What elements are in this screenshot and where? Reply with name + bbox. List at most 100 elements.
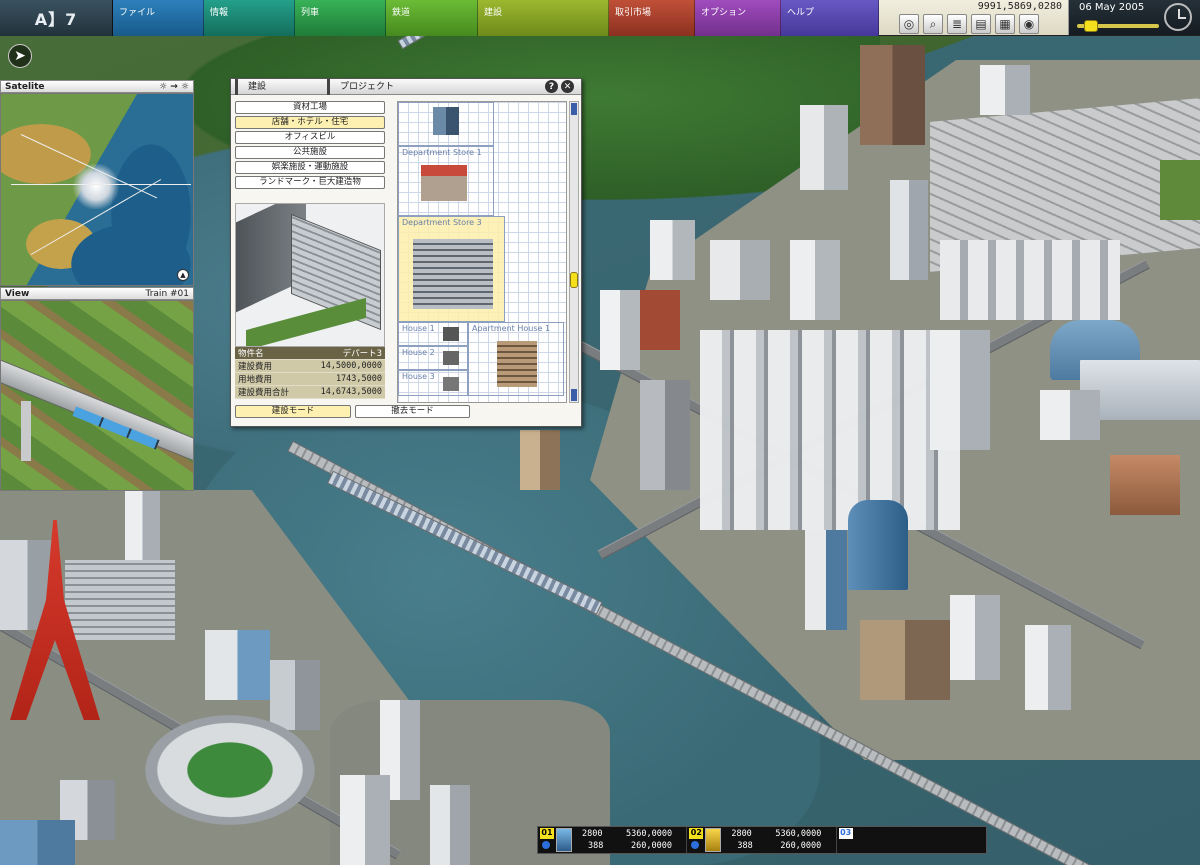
category-office-buildings[interactable]: オフィスビル	[235, 131, 385, 144]
train-cost: 260,0000	[780, 841, 822, 851]
building	[0, 820, 75, 865]
building	[430, 785, 470, 865]
train-camera-view[interactable]	[0, 300, 194, 491]
menu-railway[interactable]: 鉄道	[386, 0, 478, 36]
train-status-bar: 01 2800 388 5360,0000 260,0000 02 2800 3…	[537, 826, 987, 854]
planet-icon[interactable]: ◎	[899, 14, 919, 34]
train-number: 03	[838, 828, 853, 839]
house-icon	[443, 327, 459, 341]
layers-icon[interactable]: ≣	[947, 14, 967, 34]
zoom-icon[interactable]: ⌕	[923, 14, 943, 34]
building	[520, 430, 560, 490]
close-button[interactable]: ✕	[561, 80, 574, 93]
train-slot-02[interactable]: 02 2800 388 5360,0000 260,0000	[687, 827, 837, 853]
menu-help[interactable]: ヘルプ	[781, 0, 879, 36]
department-store-icon	[421, 165, 467, 201]
building	[1040, 390, 1100, 440]
building	[980, 65, 1030, 115]
building-label: Apartment House 1	[472, 324, 551, 333]
train-capacity: 2800	[731, 829, 752, 839]
game-date: 06 May 2005	[1079, 2, 1145, 13]
speed-slider[interactable]	[1077, 20, 1159, 32]
view-header: View Train #01	[0, 287, 194, 300]
build-mode-button[interactable]: 建設モード	[235, 405, 351, 418]
north-icon[interactable]: ▲	[177, 269, 189, 281]
info-row-name: 物件名 デパート3	[235, 347, 385, 360]
money-block: 9991,5869,0280 ◎ ⌕ ≣ ▤ ▦ ◉	[879, 0, 1069, 35]
stadium	[145, 715, 315, 825]
train-number: 01	[540, 828, 554, 839]
house-icon	[443, 377, 459, 391]
grid-scrollbar[interactable]	[569, 101, 579, 403]
help-button[interactable]: ?	[545, 80, 558, 93]
building	[800, 105, 848, 190]
tab-construction[interactable]: 建設	[235, 78, 323, 95]
train-slot-03[interactable]: 03	[837, 827, 986, 853]
house-icon	[443, 351, 459, 365]
clock-icon[interactable]	[1164, 3, 1192, 31]
menu-options[interactable]: オプション	[695, 0, 781, 36]
scroll-up-arrow-icon[interactable]	[571, 103, 577, 115]
info-value: 14,6743,5000	[320, 387, 382, 397]
building-info-table: 物件名 デパート3 建設費用 14,5000,0000 用地費用 1743,50…	[235, 347, 385, 399]
category-shops-hotels-houses[interactable]: 店舗・ホテル・住宅	[235, 116, 385, 129]
building-label: Department Store 1	[402, 148, 482, 157]
info-label: 建設費用合計	[238, 388, 290, 398]
building	[270, 660, 320, 730]
train-slot-01[interactable]: 01 2800 388 5360,0000 260,0000	[538, 827, 688, 853]
building	[640, 380, 690, 490]
train-icon	[556, 828, 572, 852]
train-number: 02	[689, 828, 704, 839]
category-landmarks[interactable]: ランドマーク・巨大建造物	[235, 176, 385, 189]
train-revenue: 5360,0000	[775, 829, 822, 839]
game-logo: A】7	[0, 0, 113, 36]
speed-slider-knob[interactable]	[1084, 20, 1098, 32]
info-row-total-cost: 建設費用合計 14,6743,5000	[235, 386, 385, 399]
scroll-thumb[interactable]	[570, 272, 578, 288]
building	[805, 530, 847, 630]
menu-info[interactable]: 情報	[204, 0, 295, 36]
category-public-facilities[interactable]: 公共施設	[235, 146, 385, 159]
info-label: 物件名	[238, 349, 264, 359]
satellite-panel: Satelite ☼ → ☼ ▲	[0, 80, 194, 286]
category-leisure-sports[interactable]: 娯楽施設・運動施設	[235, 161, 385, 174]
menu-construction[interactable]: 建設	[478, 0, 609, 36]
building-option-house-3[interactable]: House 3	[398, 370, 468, 396]
info-label: 用地費用	[238, 375, 273, 385]
building-option-apartment-house-1[interactable]: Apartment House 1	[468, 322, 564, 396]
train-view-panel: View Train #01	[0, 287, 194, 491]
menu-market[interactable]: 取引市場	[609, 0, 695, 36]
menu-bar: A】7 ファイル 情報 列車 鉄道 建設 取引市場 オプション ヘルプ 9991…	[0, 0, 1200, 36]
scroll-down-arrow-icon[interactable]	[571, 389, 577, 401]
satellite-header: Satelite ☼ → ☼	[0, 80, 194, 93]
stack-icon[interactable]: ▤	[971, 14, 991, 34]
remove-mode-button[interactable]: 撤去モード	[355, 405, 470, 418]
building-label: House 1	[402, 324, 435, 333]
building-option-department-store-3[interactable]: Department Store 3	[398, 216, 505, 322]
building-preview	[235, 203, 385, 347]
grid-layers-icon[interactable]: ▦	[995, 14, 1015, 34]
menu-trains[interactable]: 列車	[295, 0, 386, 36]
tab-project[interactable]: プロジェクト	[327, 78, 404, 95]
building	[950, 595, 1000, 680]
building-option-house-2[interactable]: House 2	[398, 346, 468, 370]
info-row-construction-cost: 建設費用 14,5000,0000	[235, 360, 385, 373]
menu-file[interactable]: ファイル	[113, 0, 204, 36]
category-material-factory[interactable]: 資材工場	[235, 101, 385, 114]
target-icon[interactable]: ◉	[1019, 14, 1039, 34]
sun-toggle-icon[interactable]: ☼ → ☼	[159, 82, 189, 92]
satellite-map[interactable]: ▲	[0, 93, 194, 286]
building	[650, 220, 695, 280]
building-label: House 2	[402, 348, 435, 357]
building-option-department-store-1[interactable]: Department Store 1	[398, 146, 494, 216]
building-option[interactable]	[398, 102, 494, 146]
train-status-dot	[691, 841, 700, 849]
building	[930, 330, 990, 450]
map-city-area	[71, 164, 121, 209]
building-option-house-1[interactable]: House 1	[398, 322, 468, 346]
view-train-label[interactable]: Train #01	[146, 289, 189, 299]
status-area: 9991,5869,0280 ◎ ⌕ ≣ ▤ ▦ ◉ 06 May 2005	[879, 0, 1200, 35]
building	[340, 775, 390, 865]
compass-icon[interactable]: ➤	[8, 44, 32, 68]
building	[600, 290, 640, 370]
